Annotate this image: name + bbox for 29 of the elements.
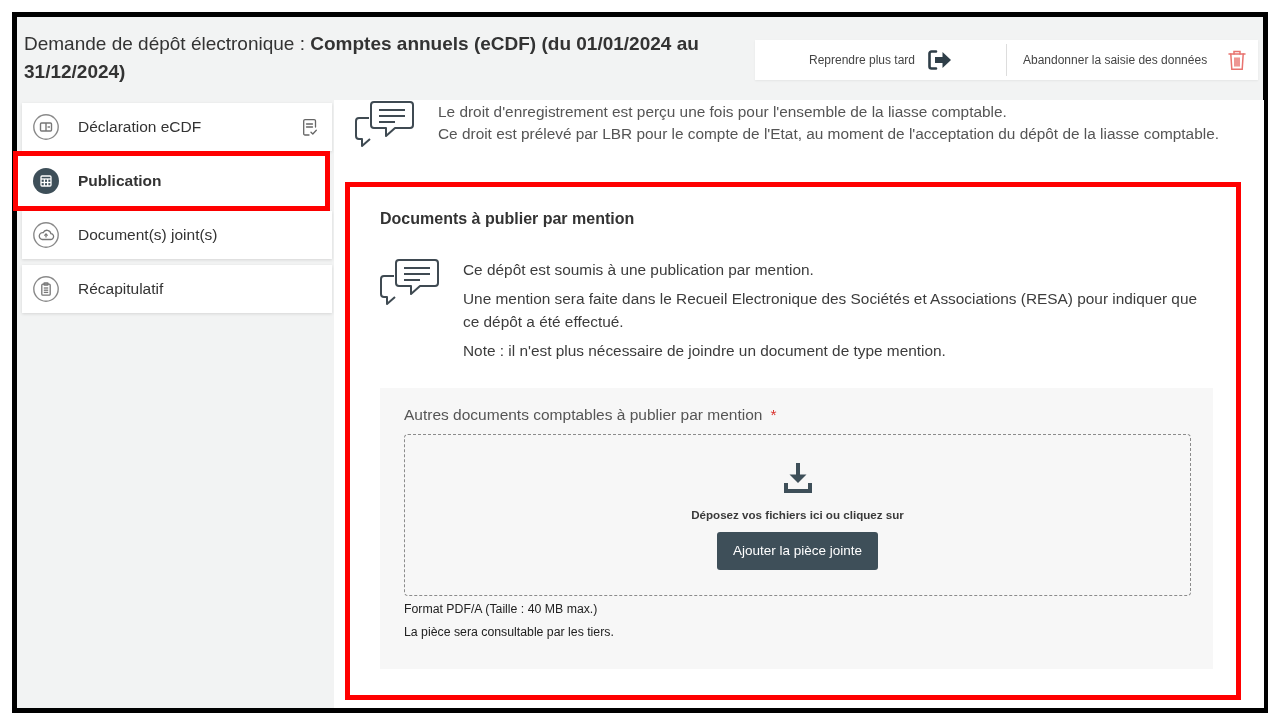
notice-text: Ce droit est prélevé par LBR pour le compte de l'Etat, au moment de l'acceptation du dépôt de la liasse comptable.	[438, 124, 1219, 144]
drop-zone[interactable]: Déposez vos fichiers ici ou cliquez sur Ajouter la pièce jointe	[404, 434, 1191, 596]
info-paragraph: Note : il n'est plus nécessaire de joindre un document de type mention.	[463, 341, 947, 361]
chat-bubbles-icon	[355, 100, 415, 148]
chat-bubbles-icon	[380, 258, 440, 306]
download-icon	[783, 463, 812, 493]
field-label: Autres documents comptables à publier par mention	[404, 405, 763, 425]
resume-later-button[interactable]: Reprendre plus tard	[755, 40, 1006, 80]
sidebar-item[interactable]: Déclaration eCDF	[22, 103, 332, 151]
required-mark: *	[770, 405, 777, 425]
upload-note: La pièce sera consultable par les tiers.	[404, 625, 615, 639]
upload-note: Format PDF/A (Taille : 40 MB max.)	[404, 602, 599, 616]
card-title: Documents à publier par mention	[380, 209, 636, 229]
notice-text: Le droit d'enregistrement est perçu une fois pour l'ensemble de la liasse comptable.	[438, 102, 1008, 122]
info-paragraph: Une mention sera faite dans le Recueil Electronique des Sociétés et Associations (RESA) pour indiquer que ce dépôt a été effectué.	[463, 289, 1199, 332]
exit-arrow-icon	[927, 49, 953, 71]
info-paragraph: Ce dépôt est soumis à une publication par mention.	[463, 260, 815, 280]
clipboard-icon	[33, 276, 59, 302]
panel-icon	[33, 114, 59, 140]
sidebar-item[interactable]: Document(s) joint(s)	[22, 211, 332, 259]
trash-icon	[1228, 49, 1246, 71]
sidebar-item[interactable]: Publication	[13, 151, 330, 211]
add-attachment-button[interactable]: Ajouter la pièce jointe	[716, 532, 879, 570]
table-icon	[33, 168, 59, 194]
page-title: Demande de dépôt électronique : Comptes annuels (eCDF) (du 01/01/2024 au 31/12/2024)	[24, 32, 700, 84]
abandon-button[interactable]: Abandonner la saisie des données	[1007, 40, 1258, 80]
drop-hint: Déposez vos fichiers ici ou cliquez sur	[691, 508, 904, 522]
cloud-upload-icon	[33, 222, 59, 248]
sidebar-item[interactable]: Récapitulatif	[22, 265, 332, 313]
